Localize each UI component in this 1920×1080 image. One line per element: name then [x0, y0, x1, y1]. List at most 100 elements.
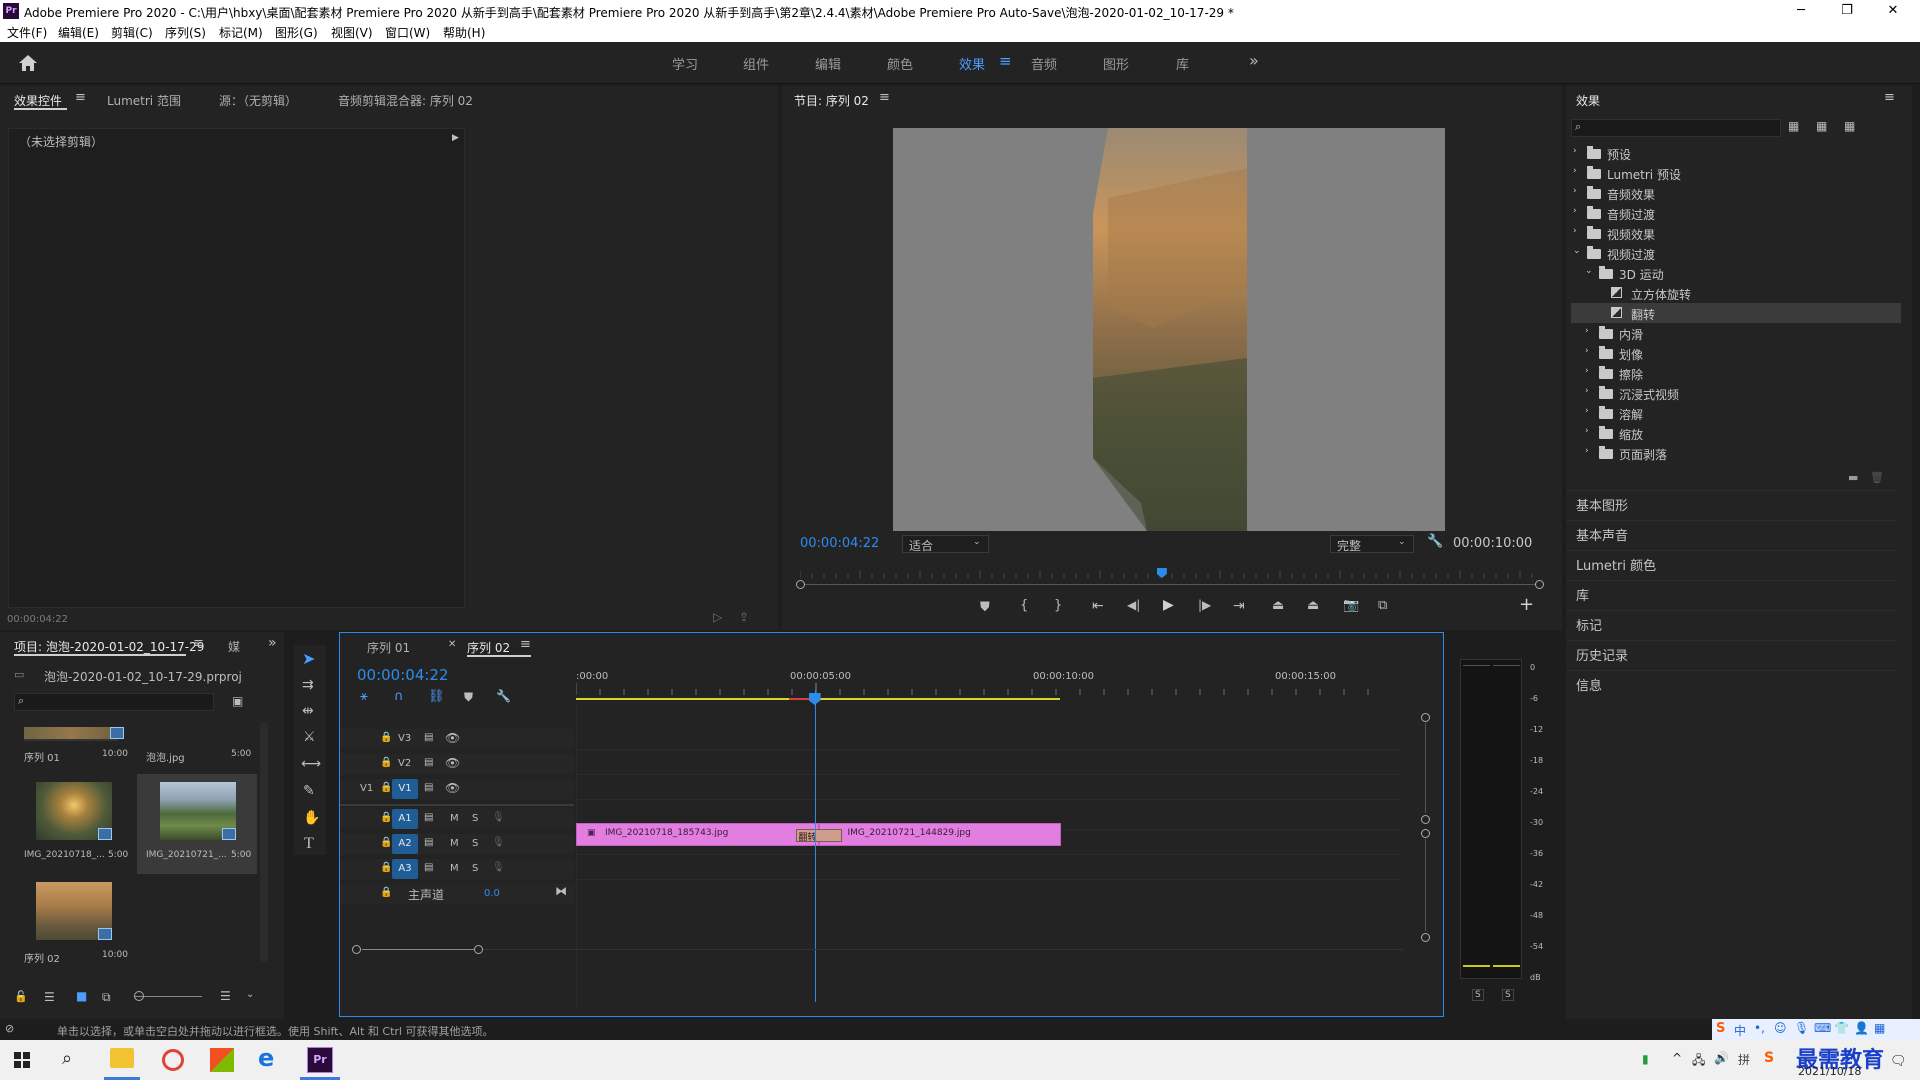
mute-button[interactable]: M	[450, 813, 459, 824]
section-markers[interactable]: 标记	[1566, 610, 1896, 634]
add-marker-icon[interactable]: ⛊	[980, 600, 990, 615]
close-button[interactable]: ✕	[1870, 0, 1916, 22]
slip-tool-icon[interactable]: ⟷	[301, 756, 321, 772]
sogou-logo-icon[interactable]: S	[1716, 1021, 1725, 1036]
tab-media-browser[interactable]: 媒	[228, 638, 240, 655]
chevron-right-icon[interactable]: ›	[1573, 186, 1577, 196]
chevron-right-icon[interactable]: ›	[1573, 146, 1577, 156]
menu-marker[interactable]: 标记(M)	[219, 24, 263, 41]
eye-icon[interactable]: 👁	[445, 756, 460, 770]
selection-tool-icon[interactable]: ➤	[302, 649, 315, 668]
track-header-v2[interactable]: 🔒 V2 ▤ 👁	[340, 754, 574, 774]
lock-track-icon[interactable]: 🔒	[380, 887, 392, 898]
clock-date[interactable]: 2021/10/18	[1798, 1065, 1861, 1078]
video-scroll-handle-bottom[interactable]	[1421, 815, 1430, 824]
toggle-sync-lock-icon[interactable]: ▤	[424, 837, 433, 848]
battery-icon[interactable]: ▮	[1642, 1052, 1649, 1066]
track-target-a2[interactable]: A2	[392, 834, 418, 854]
chevron-right-icon[interactable]: ›	[1585, 366, 1589, 376]
toggle-sync-lock-icon[interactable]: ▤	[424, 732, 433, 743]
effects-tree-item[interactable]: › 页面剥落	[1571, 443, 1901, 463]
section-libraries[interactable]: 库	[1566, 580, 1896, 604]
track-header-master[interactable]: 🔒 主声道 0.0 ⧓	[340, 884, 574, 904]
effects-tree-item[interactable]: ⌄ 3D 运动	[1571, 263, 1901, 283]
effects-tree-item[interactable]: 立方体旋转	[1571, 283, 1901, 303]
program-video-frame[interactable]	[893, 128, 1445, 531]
effects-tree-item[interactable]: › Lumetri 预设	[1571, 163, 1901, 183]
effects-tree-item[interactable]: › 音频效果	[1571, 183, 1901, 203]
user-icon[interactable]: 👤	[1854, 1021, 1869, 1035]
go-to-in-icon[interactable]: ⇤	[1092, 598, 1104, 614]
menu-edit[interactable]: 编辑(E)	[58, 24, 99, 41]
voice-icon[interactable]: 🎙	[1794, 1021, 1809, 1035]
step-forward-icon[interactable]: |▶	[1198, 598, 1211, 612]
panel-menu-icon[interactable]: ≡	[520, 637, 531, 652]
tab-sequence-02[interactable]: 序列 02	[467, 639, 510, 656]
fit-dropdown[interactable]: 适合 ⌄	[902, 535, 989, 553]
chevron-right-icon[interactable]: ›	[1573, 206, 1577, 216]
panel-menu-icon[interactable]: ≡	[879, 90, 890, 105]
workspace-editing[interactable]: 编辑	[815, 54, 841, 73]
timeline-clip[interactable]: ▣ IMG_20210718_185743.jpg	[576, 823, 819, 846]
workspace-assembly[interactable]: 组件	[743, 54, 769, 73]
section-history[interactable]: 历史记录	[1566, 640, 1896, 664]
lock-track-icon[interactable]: 🔒	[380, 732, 392, 743]
tab-audio-clip-mixer[interactable]: 音频剪辑混合器: 序列 02	[338, 92, 473, 109]
go-to-end-icon[interactable]: ⧓	[555, 884, 567, 898]
menu-graphics[interactable]: 图形(G)	[275, 24, 318, 41]
track-target-a1[interactable]: A1	[392, 809, 418, 829]
master-volume-value[interactable]: 0.0	[484, 888, 500, 899]
new-bin-icon[interactable]: ▣	[232, 694, 243, 708]
menu-file[interactable]: 文件(F)	[7, 24, 47, 41]
toggle-sync-lock-icon[interactable]: ▤	[424, 812, 433, 823]
razor-tool-icon[interactable]: ⚔	[303, 729, 316, 745]
microphone-icon[interactable]: 🎙	[492, 812, 505, 823]
skin-icon[interactable]: 👕	[1834, 1021, 1849, 1035]
panel-menu-icon[interactable]: ≡	[1884, 90, 1895, 105]
project-scrollbar[interactable]	[260, 722, 268, 962]
notification-icon[interactable]: 🗨	[1890, 1054, 1907, 1069]
chevron-right-icon[interactable]: ›	[1585, 406, 1589, 416]
workspace-graphics[interactable]: 图形	[1103, 54, 1129, 73]
lift-icon[interactable]: ⏏	[1272, 598, 1284, 613]
tab-sequence-01[interactable]: 序列 01	[367, 639, 410, 656]
microphone-icon[interactable]: 🎙	[492, 837, 505, 848]
linked-selection-icon[interactable]: ⛓	[428, 689, 445, 704]
track-header-v1[interactable]: V1 🔒 V1 ▤ 👁	[340, 779, 574, 799]
track-select-tool-icon[interactable]: ⇉	[302, 677, 314, 693]
timeline-clip[interactable]: ▣ IMG_20210721_144829.jpg	[818, 823, 1061, 846]
effects-tree-item[interactable]: › 预设	[1571, 143, 1901, 163]
edge-browser-icon[interactable]: e	[258, 1044, 274, 1072]
network-icon[interactable]: 🖧	[1692, 1051, 1705, 1072]
timeline-zoom-bar[interactable]	[362, 949, 474, 950]
emoji-icon[interactable]: ☺	[1774, 1021, 1787, 1035]
sequence-01-thumbnail[interactable]	[24, 727, 118, 741]
volume-icon[interactable]: 🔊	[1714, 1051, 1729, 1065]
project-search-input[interactable]: ⌕	[14, 693, 214, 711]
video-audio-divider[interactable]	[340, 804, 574, 806]
eye-icon[interactable]: 👁	[445, 781, 460, 795]
workspace-menu-icon[interactable]: ≡	[999, 52, 1012, 70]
chevron-right-icon[interactable]: ›	[1573, 226, 1577, 236]
video-scroll-track[interactable]	[1425, 723, 1426, 813]
effects-tree-item[interactable]: 翻转	[1571, 303, 1901, 323]
chevron-down-icon[interactable]: ⌄	[1573, 246, 1581, 256]
track-header-v3[interactable]: 🔒 V3 ▤ 👁	[340, 729, 574, 749]
chevron-right-icon[interactable]: ›	[1585, 446, 1589, 456]
button-editor-plus-icon[interactable]: +	[1519, 594, 1534, 615]
sogou-tray-icon[interactable]: S	[1764, 1050, 1774, 1066]
workspace-learn[interactable]: 学习	[672, 54, 698, 73]
chevron-right-icon[interactable]: ›	[1573, 166, 1577, 176]
timeline-ruler[interactable]: :00:00 00:00:05:00 00:00:10:00 00:00:15:…	[576, 661, 1401, 721]
mute-button[interactable]: M	[450, 838, 459, 849]
snap-magnet-icon[interactable]: ∩	[394, 689, 404, 704]
effects-tree-item[interactable]: › 沉浸式视频	[1571, 383, 1901, 403]
chevron-right-icon[interactable]: ›	[1585, 326, 1589, 336]
ripple-edit-tool-icon[interactable]: ⇹	[302, 703, 314, 719]
solo-button[interactable]: S	[472, 863, 478, 874]
effects-tree-item[interactable]: ⌄ 视频过渡	[1571, 243, 1901, 263]
effects-tree-item[interactable]: › 溶解	[1571, 403, 1901, 423]
more-workspaces-icon[interactable]: »	[1249, 51, 1259, 70]
playback-resolution-dropdown[interactable]: 完整 ⌄	[1330, 535, 1414, 553]
lock-track-icon[interactable]: 🔒	[380, 862, 392, 873]
